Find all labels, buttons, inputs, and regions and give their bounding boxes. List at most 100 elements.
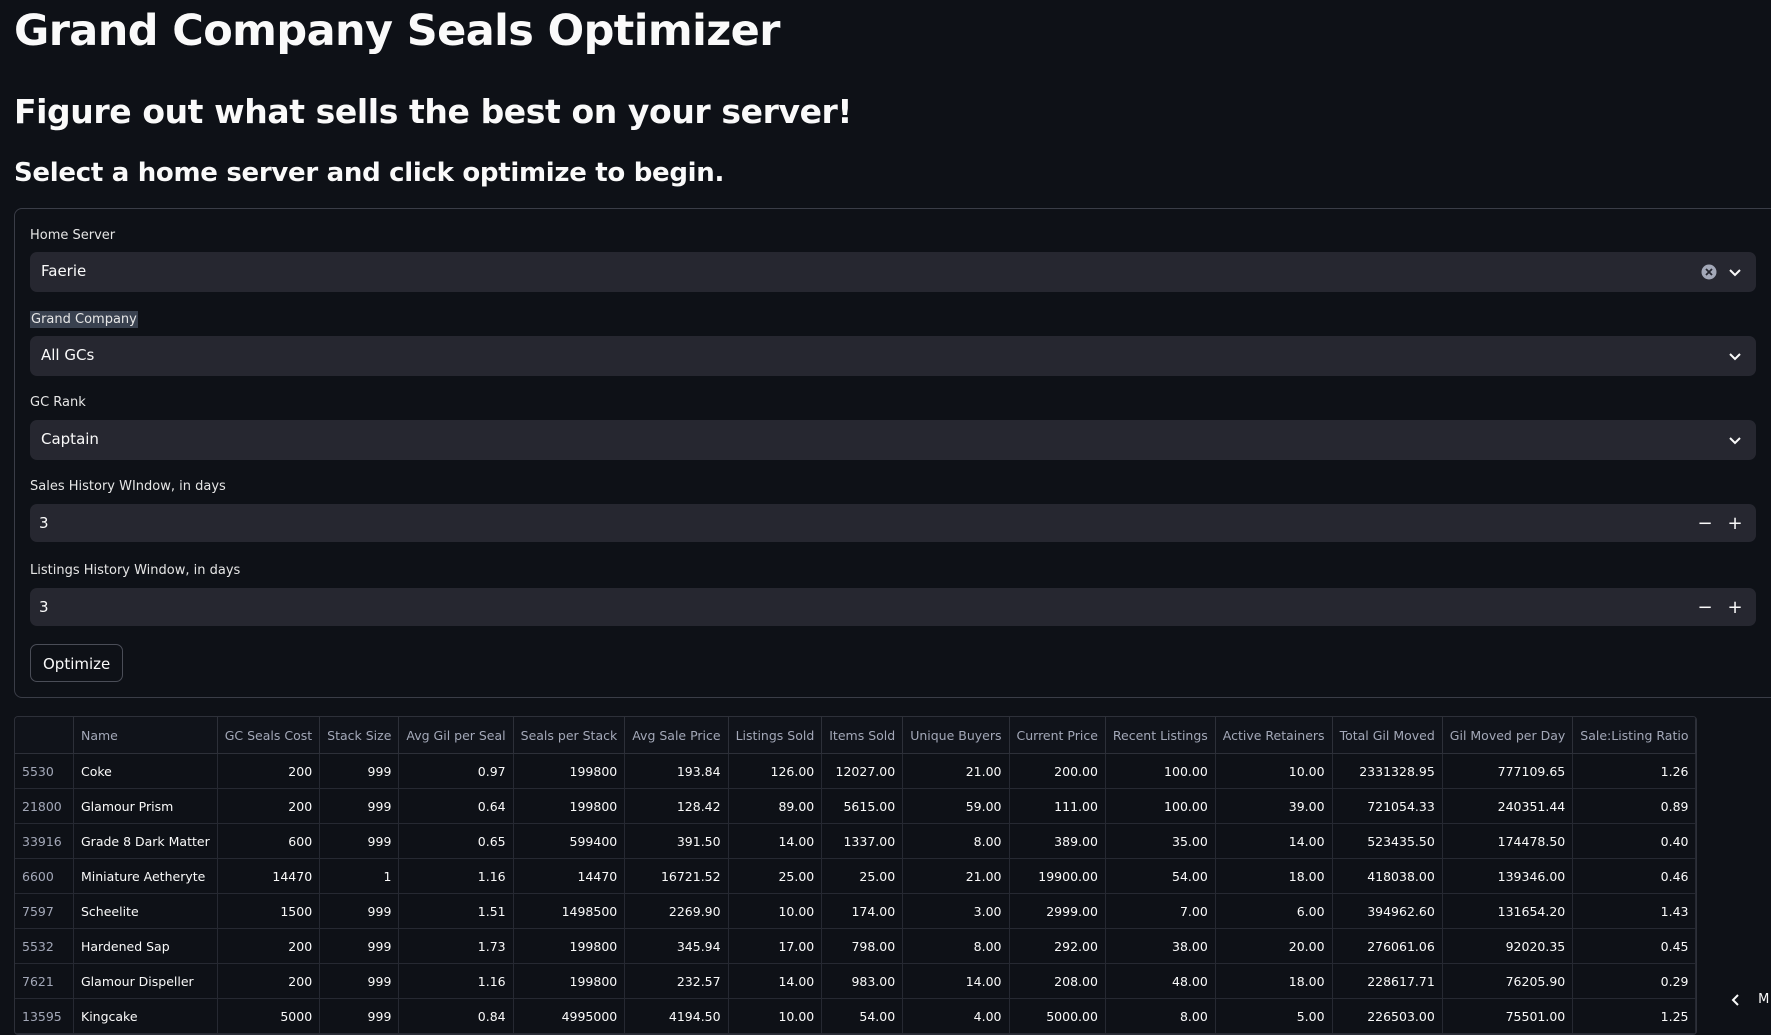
listings-window-input[interactable]: 3 − + [30, 588, 1756, 626]
column-header[interactable]: Sale:Listing Ratio [1572, 717, 1697, 754]
table-cell[interactable]: 226503.00 [1332, 998, 1443, 1034]
table-cell[interactable]: 10.00 [1215, 753, 1333, 789]
increment-icon[interactable]: + [1722, 510, 1748, 538]
table-cell[interactable]: 199800 [513, 788, 626, 824]
table-cell[interactable]: 25.00 [728, 858, 823, 894]
table-cell[interactable]: 199800 [513, 963, 626, 999]
table-cell[interactable]: 0.40 [1572, 823, 1697, 859]
table-cell[interactable]: 59.00 [902, 788, 1010, 824]
column-header[interactable]: Seals per Stack [513, 717, 626, 754]
table-cell[interactable]: 0.89 [1572, 788, 1697, 824]
table-row[interactable]: 7597 Scheelite 1500 999 1.51 1498500 2269.90 10… [15, 893, 1697, 929]
table-cell[interactable]: 1.16 [398, 858, 514, 894]
table-cell[interactable]: 2331328.95 [1332, 753, 1443, 789]
table-cell[interactable]: 38.00 [1105, 928, 1216, 964]
item-name-cell[interactable]: Hardened Sap [73, 928, 218, 964]
table-cell[interactable]: 92020.35 [1442, 928, 1574, 964]
row-index[interactable]: 6600 [15, 858, 74, 894]
table-cell[interactable]: 10.00 [728, 998, 823, 1034]
item-name-cell[interactable]: Grade 8 Dark Matter [73, 823, 218, 859]
table-cell[interactable]: 4995000 [513, 998, 626, 1034]
table-cell[interactable]: 1.26 [1572, 753, 1697, 789]
sales-window-input[interactable]: 3 − + [30, 504, 1756, 542]
table-cell[interactable]: 131654.20 [1442, 893, 1574, 929]
table-cell[interactable]: 240351.44 [1442, 788, 1574, 824]
chevron-down-icon[interactable] [1726, 431, 1744, 449]
table-cell[interactable]: 0.84 [398, 998, 514, 1034]
table-cell[interactable]: 76205.90 [1442, 963, 1574, 999]
table-cell[interactable]: 89.00 [728, 788, 823, 824]
table-cell[interactable]: 5000.00 [1009, 998, 1106, 1034]
table-cell[interactable]: 6.00 [1215, 893, 1333, 929]
column-header[interactable]: Avg Gil per Seal [398, 717, 514, 754]
home-server-select[interactable]: Faerie [30, 252, 1756, 292]
table-cell[interactable]: 228617.71 [1332, 963, 1443, 999]
table-cell[interactable]: 35.00 [1105, 823, 1216, 859]
table-cell[interactable]: 12027.00 [821, 753, 904, 789]
decrement-icon[interactable]: − [1692, 594, 1718, 622]
table-cell[interactable]: 394962.60 [1332, 893, 1443, 929]
column-header[interactable]: Name [73, 717, 218, 754]
column-header[interactable]: Unique Buyers [902, 717, 1010, 754]
table-cell[interactable]: 600 [217, 823, 321, 859]
table-cell[interactable]: 276061.06 [1332, 928, 1443, 964]
table-cell[interactable]: 1.73 [398, 928, 514, 964]
table-cell[interactable]: 8.00 [902, 928, 1010, 964]
table-cell[interactable]: 4.00 [902, 998, 1010, 1034]
table-cell[interactable]: 7.00 [1105, 893, 1216, 929]
table-cell[interactable]: 19900.00 [1009, 858, 1106, 894]
table-cell[interactable]: 48.00 [1105, 963, 1216, 999]
item-name-cell[interactable]: Scheelite [73, 893, 218, 929]
table-cell[interactable]: 232.57 [624, 963, 729, 999]
table-cell[interactable]: 3.00 [902, 893, 1010, 929]
table-cell[interactable]: 999 [319, 823, 400, 859]
table-cell[interactable]: 199800 [513, 753, 626, 789]
table-row[interactable]: 21800 Glamour Prism 200 999 0.64 199800 128.42… [15, 788, 1697, 824]
column-header[interactable]: Gil Moved per Day [1442, 717, 1574, 754]
table-cell[interactable]: 14.00 [1215, 823, 1333, 859]
table-cell[interactable]: 14.00 [728, 823, 823, 859]
item-name-cell[interactable]: Glamour Dispeller [73, 963, 218, 999]
table-cell[interactable]: 200.00 [1009, 753, 1106, 789]
table-cell[interactable]: 14470 [217, 858, 321, 894]
table-cell[interactable]: 5000 [217, 998, 321, 1034]
table-cell[interactable]: 200 [217, 788, 321, 824]
table-cell[interactable]: 75501.00 [1442, 998, 1574, 1034]
table-cell[interactable]: 199800 [513, 928, 626, 964]
table-cell[interactable]: 2999.00 [1009, 893, 1106, 929]
table-cell[interactable]: 0.97 [398, 753, 514, 789]
table-cell[interactable]: 193.84 [624, 753, 729, 789]
table-cell[interactable]: 1498500 [513, 893, 626, 929]
table-cell[interactable]: 139346.00 [1442, 858, 1574, 894]
item-name-cell[interactable]: Kingcake [73, 998, 218, 1034]
chevron-down-icon[interactable] [1726, 347, 1744, 365]
table-cell[interactable]: 17.00 [728, 928, 823, 964]
chevron-left-icon[interactable] [1730, 993, 1742, 1007]
table-cell[interactable]: 0.29 [1572, 963, 1697, 999]
table-cell[interactable]: 200 [217, 963, 321, 999]
row-index[interactable]: 7621 [15, 963, 74, 999]
table-cell[interactable]: 10.00 [728, 893, 823, 929]
table-cell[interactable]: 292.00 [1009, 928, 1106, 964]
listings-window-value[interactable]: 3 [39, 598, 49, 616]
table-row[interactable]: 5530 Coke 200 999 0.97 199800 193.84 126.00 1202… [15, 753, 1697, 789]
clear-icon[interactable] [1700, 263, 1718, 281]
table-cell[interactable]: 100.00 [1105, 753, 1216, 789]
table-cell[interactable]: 391.50 [624, 823, 729, 859]
table-cell[interactable]: 200 [217, 753, 321, 789]
table-cell[interactable]: 8.00 [902, 823, 1010, 859]
column-header[interactable]: Listings Sold [728, 717, 823, 754]
row-index[interactable]: 13595 [15, 998, 74, 1034]
results-table[interactable]: Name GC Seals Cost Stack Size Avg Gil per S… [14, 716, 1698, 1035]
table-cell[interactable]: 208.00 [1009, 963, 1106, 999]
table-cell[interactable]: 100.00 [1105, 788, 1216, 824]
table-row[interactable]: 6600 Miniature Aetheryte 14470 1 1.16 14470 16… [15, 858, 1697, 894]
table-cell[interactable]: 0.45 [1572, 928, 1697, 964]
optimize-button[interactable]: Optimize [30, 644, 124, 682]
chevron-down-icon[interactable] [1726, 263, 1744, 281]
table-cell[interactable]: 111.00 [1009, 788, 1106, 824]
table-cell[interactable]: 999 [319, 963, 400, 999]
table-cell[interactable]: 721054.33 [1332, 788, 1443, 824]
table-cell[interactable]: 128.42 [624, 788, 729, 824]
table-row[interactable]: 13595 Kingcake 5000 999 0.84 4995000 4194.50 10… [15, 998, 1697, 1034]
